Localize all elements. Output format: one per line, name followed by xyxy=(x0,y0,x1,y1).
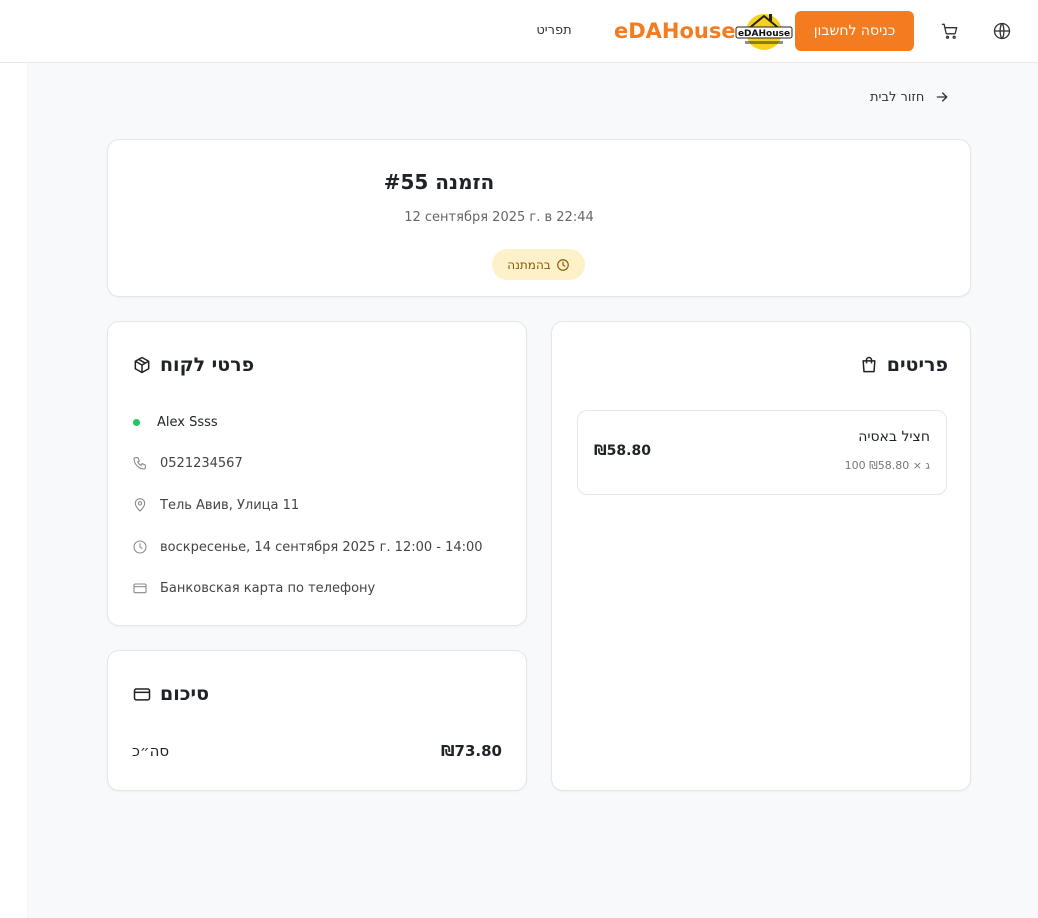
total-label: סה״כ xyxy=(132,742,170,760)
cart-icon[interactable] xyxy=(940,21,960,41)
summary-heading: סיכום xyxy=(132,683,209,705)
item-price: ₪58.80 xyxy=(594,443,651,459)
phone-icon xyxy=(133,457,146,470)
clock-icon xyxy=(556,258,569,271)
customer-details-card: פרטי לקוח Alex Ssss 0521234567 Тель Авив… xyxy=(107,321,527,626)
customer-phone: 0521234567 xyxy=(160,455,243,471)
package-icon xyxy=(134,356,150,374)
delivery-time: воскресенье, 14 сентября 2025 г. 12:00 -… xyxy=(160,539,483,555)
arrow-right-icon xyxy=(937,92,948,102)
globe-icon[interactable] xyxy=(992,21,1012,41)
customer-address: Тель Авив, Улица 11 xyxy=(160,497,300,513)
top-header: כניסה לחשבון eDAHouse eDAHouse תפריט xyxy=(0,0,1038,63)
status-badge: בהמתנה xyxy=(492,249,585,280)
total-value: ₪73.80 xyxy=(440,742,502,760)
payment-method-row: Банковская карта по телефону xyxy=(132,576,375,600)
online-dot xyxy=(133,418,140,426)
location-pin-icon xyxy=(134,498,146,512)
credit-card-icon xyxy=(133,583,147,594)
items-card: פריטים חציל באסיה 100 ג × ₪58.80 ₪58.80 xyxy=(551,321,971,791)
customer-heading: פרטי לקוח xyxy=(132,354,254,376)
status-label: בהמתנה xyxy=(507,257,551,272)
shopping-bag-icon xyxy=(862,356,876,373)
customer-heading-label: פרטי לקוח xyxy=(160,354,255,376)
login-button[interactable]: כניסה לחשבון xyxy=(795,11,914,51)
credit-card-icon xyxy=(133,688,151,701)
customer-name: Alex Ssss xyxy=(157,414,218,430)
item-meta: 100 ג × ₪58.80 xyxy=(844,459,930,472)
left-margin-strip xyxy=(0,63,27,918)
back-home-link[interactable]: חזור לבית xyxy=(870,86,962,108)
summary-heading-label: סיכום xyxy=(160,683,210,705)
clock-icon xyxy=(133,540,147,554)
summary-total-row: סה״כ ₪73.80 xyxy=(132,739,502,763)
delivery-time-row: воскресенье, 14 сентября 2025 г. 12:00 -… xyxy=(132,535,483,559)
order-title: הזמנה #55 xyxy=(383,170,495,194)
back-home-label: חזור לבית xyxy=(870,89,925,105)
list-item[interactable]: חציל באסיה 100 ג × ₪58.80 ₪58.80 xyxy=(577,410,947,495)
item-name: חציל באסיה xyxy=(858,429,930,445)
payment-method: Банковская карта по телефону xyxy=(160,580,376,596)
menu-link[interactable]: תפריט xyxy=(524,20,584,42)
customer-address-row: Тель Авив, Улица 11 xyxy=(132,493,299,517)
customer-name-row: Alex Ssss xyxy=(132,410,218,434)
items-heading: פריטים xyxy=(859,354,948,376)
order-date: 12 сентября 2025 г. в 22:44 xyxy=(404,210,594,225)
items-heading-label: פריטים xyxy=(886,354,948,376)
order-header-card: הזמנה #55 12 сентября 2025 г. в 22:44 בה… xyxy=(107,139,971,297)
brand-name[interactable]: eDAHouse xyxy=(614,16,736,46)
customer-phone-row: 0521234567 xyxy=(132,451,243,475)
order-summary-card: סיכום סה״כ ₪73.80 xyxy=(107,650,527,791)
svg-text:eDAHouse: eDAHouse xyxy=(738,29,790,39)
brand-logo[interactable]: eDAHouse xyxy=(733,10,795,52)
